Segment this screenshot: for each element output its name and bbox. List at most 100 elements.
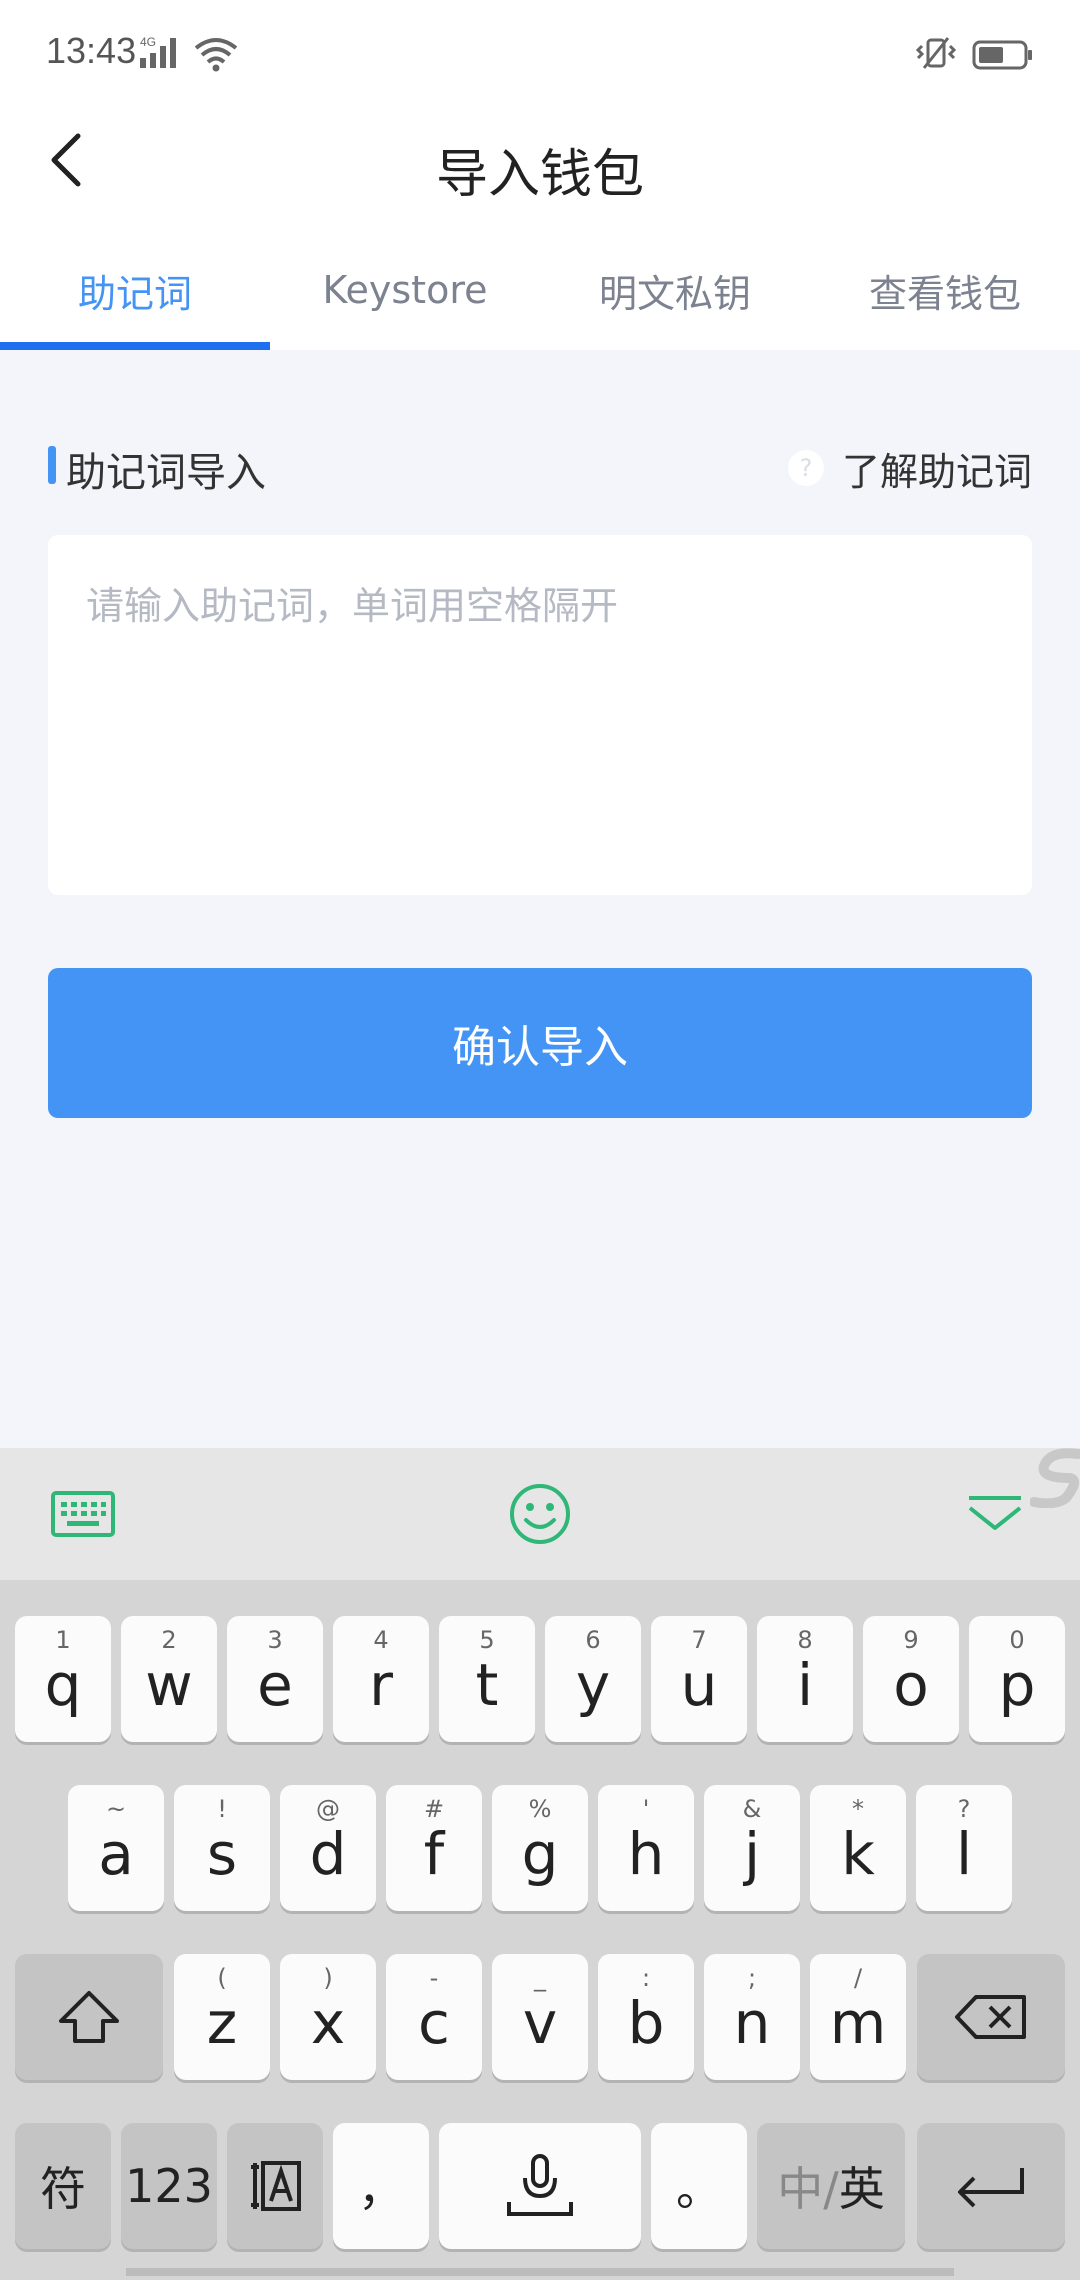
- key-q[interactable]: 1q: [15, 1616, 111, 1742]
- backspace-icon: [955, 1995, 1026, 2039]
- period-key[interactable]: 。: [651, 2123, 747, 2249]
- key-b[interactable]: :b: [598, 1954, 694, 2080]
- language-switch-label: 中/英: [777, 2153, 885, 2219]
- key-label: m: [829, 1989, 887, 2057]
- key-hint: ;: [747, 1964, 757, 1992]
- key-x[interactable]: ) x: [280, 1954, 376, 2080]
- handwriting-key[interactable]: [227, 2123, 323, 2249]
- emoji-button[interactable]: [508, 1448, 572, 1580]
- tab-keystore[interactable]: Keystore: [270, 230, 540, 350]
- key-label: d: [309, 1820, 347, 1888]
- key-label: t: [475, 1651, 499, 1719]
- keyboard-icon: [51, 1491, 115, 1537]
- key-hint: 4: [373, 1626, 389, 1654]
- key-u[interactable]: 7u: [651, 1616, 747, 1742]
- key-a[interactable]: ~ a: [68, 1785, 164, 1911]
- ime-logo-icon: [1030, 1448, 1080, 1508]
- key-label: f: [423, 1820, 445, 1888]
- key-o[interactable]: 9o: [863, 1616, 959, 1742]
- section-title: 助记词导入: [66, 450, 266, 496]
- key-n[interactable]: ; n: [704, 1954, 800, 2080]
- key-g[interactable]: % g: [492, 1785, 588, 1911]
- key-hint: :: [641, 1964, 651, 1992]
- key-hint: 7: [691, 1626, 707, 1654]
- section-header: 助记词导入 ? 了解助记词: [48, 440, 1032, 496]
- symbols-key[interactable]: 符: [15, 2123, 111, 2249]
- key-e[interactable]: 3e: [227, 1616, 323, 1742]
- key-hint: ): [323, 1964, 333, 1992]
- key-v[interactable]: _ v: [492, 1954, 588, 2080]
- key-z[interactable]: (z: [174, 1954, 270, 2080]
- key-m[interactable]: / m: [810, 1954, 906, 2080]
- key-label: x: [310, 1989, 346, 2057]
- mnemonic-input[interactable]: [48, 535, 1032, 895]
- key-t[interactable]: 5t: [439, 1616, 535, 1742]
- comma-key[interactable]: ，: [333, 2123, 429, 2249]
- learn-mnemonic-link[interactable]: ? 了解助记词: [787, 440, 1032, 496]
- key-label: h: [627, 1820, 665, 1888]
- key-f[interactable]: # f: [386, 1785, 482, 1911]
- soft-keyboard: 1q 2w 3e 4r 5t 6y 7u 8i 9o 0p ~ a ! s @ d #…: [0, 1580, 1080, 2280]
- period-key-label: 。: [676, 2162, 722, 2216]
- key-l[interactable]: ? l: [916, 1785, 1012, 1911]
- key-c[interactable]: -c: [386, 1954, 482, 2080]
- key-label: a: [98, 1820, 134, 1888]
- microphone-icon: [507, 2154, 573, 2216]
- battery-icon: [972, 40, 1032, 70]
- confirm-import-button[interactable]: 确认导入: [48, 968, 1032, 1118]
- chevron-down-icon: [968, 1496, 1022, 1530]
- text-input-mode-icon: [251, 2161, 301, 2211]
- key-label: q: [44, 1651, 82, 1719]
- tab-mnemonic[interactable]: 助记词: [0, 230, 270, 350]
- key-label: r: [369, 1651, 393, 1719]
- key-y[interactable]: 6y: [545, 1616, 641, 1742]
- enter-icon: [958, 2168, 1024, 2208]
- key-hint: 0: [1009, 1626, 1025, 1654]
- key-label: w: [145, 1651, 193, 1719]
- key-k[interactable]: * k: [810, 1785, 906, 1911]
- key-i[interactable]: 8i: [757, 1616, 853, 1742]
- question-circle-icon: ?: [787, 450, 824, 486]
- key-s[interactable]: ! s: [174, 1785, 270, 1911]
- key-w[interactable]: 2w: [121, 1616, 217, 1742]
- lang-zh: 中: [777, 2162, 824, 2216]
- key-hint: &: [742, 1795, 762, 1823]
- key-label: j: [743, 1820, 761, 1888]
- key-hint: 1: [55, 1626, 71, 1654]
- key-d[interactable]: @ d: [280, 1785, 376, 1911]
- hide-keyboard-button[interactable]: [966, 1448, 1024, 1580]
- key-hint: _: [534, 1964, 546, 1992]
- learn-mnemonic-label: 了解助记词: [841, 449, 1032, 494]
- key-hint: *: [852, 1795, 864, 1823]
- key-hint: 8: [797, 1626, 813, 1654]
- voice-space-key[interactable]: [439, 2123, 641, 2249]
- wifi-icon: [194, 38, 238, 72]
- key-p[interactable]: 0p: [969, 1616, 1065, 1742]
- language-switch-key[interactable]: 中/英: [757, 2123, 905, 2249]
- tab-private-key[interactable]: 明文私钥: [540, 230, 810, 350]
- key-h[interactable]: ' h: [598, 1785, 694, 1911]
- key-hint: (: [217, 1964, 227, 1992]
- tab-watch-wallet[interactable]: 查看钱包: [810, 230, 1080, 350]
- key-j[interactable]: & j: [704, 1785, 800, 1911]
- network-type: 4G: [140, 35, 156, 49]
- shift-icon: [59, 1991, 119, 2043]
- key-hint: 5: [479, 1626, 495, 1654]
- import-tabs: 助记词 Keystore 明文私钥 查看钱包: [0, 230, 1080, 350]
- enter-key[interactable]: [917, 2123, 1065, 2249]
- numbers-key[interactable]: 123: [121, 2123, 217, 2249]
- key-label: e: [257, 1651, 293, 1719]
- key-label: c: [418, 1989, 450, 2057]
- key-label: s: [206, 1820, 238, 1888]
- backspace-key[interactable]: [917, 1954, 1065, 2080]
- keyboard-layout-button[interactable]: [50, 1448, 116, 1580]
- key-r[interactable]: 4r: [333, 1616, 429, 1742]
- key-hint: 6: [585, 1626, 601, 1654]
- page-title: 导入钱包: [435, 145, 644, 205]
- shift-key[interactable]: [15, 1954, 163, 2080]
- key-label: v: [522, 1989, 558, 2057]
- numbers-key-label: 123: [125, 2159, 213, 2213]
- cellular-signal-icon: 4G: [140, 35, 176, 68]
- key-label: o: [893, 1651, 929, 1719]
- app-header: 导入钱包: [0, 110, 1080, 230]
